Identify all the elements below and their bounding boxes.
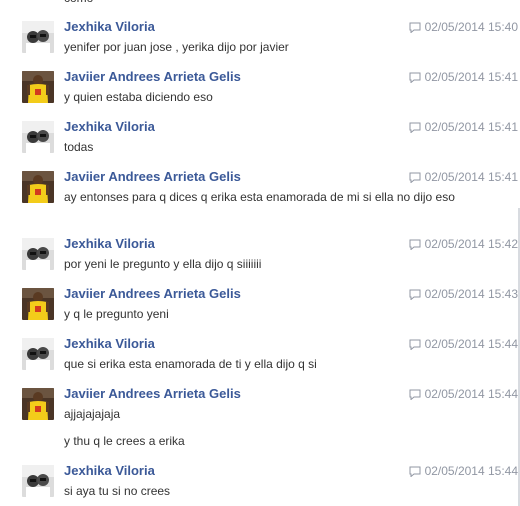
sender-name[interactable]: Jexhika Viloria <box>64 119 155 135</box>
message-text: que si erika esta enamorada de ti y ella… <box>64 357 317 371</box>
profile-photo-javiier <box>22 288 54 320</box>
timestamp-text: 02/05/2014 15:43 <box>424 287 518 301</box>
avatar[interactable] <box>22 465 54 497</box>
timestamp-text: 02/05/2014 15:42 <box>424 237 518 251</box>
avatar[interactable] <box>22 121 54 153</box>
timestamp-text: 02/05/2014 15:41 <box>424 170 518 184</box>
timestamp-text: 02/05/2014 15:41 <box>424 120 518 134</box>
avatar[interactable] <box>22 171 54 203</box>
avatar[interactable] <box>22 71 54 103</box>
timestamp-text: 02/05/2014 15:40 <box>424 20 518 34</box>
chat-bubble-icon <box>409 389 421 400</box>
message-text: por yeni le pregunto y ella dijo q siiii… <box>64 257 262 271</box>
timestamp-text: 02/05/2014 15:44 <box>424 387 518 401</box>
avatar[interactable] <box>22 338 54 370</box>
sender-name[interactable]: Jexhika Viloria <box>64 19 155 35</box>
sender-name[interactable]: Jexhika Viloria <box>64 236 155 252</box>
message-timestamp: 02/05/2014 15:40 <box>409 20 518 35</box>
timestamp-text: 02/05/2014 15:44 <box>424 337 518 351</box>
timestamp-text: 02/05/2014 15:44 <box>424 464 518 478</box>
message-text: y q le pregunto yeni <box>64 307 169 321</box>
message-timestamp: 02/05/2014 15:41 <box>409 120 518 135</box>
message-text: ay entonses para q dices q erika esta en… <box>64 190 455 204</box>
message-text: y thu q le crees a erika <box>64 434 185 448</box>
timestamp-text: 02/05/2014 15:41 <box>424 70 518 84</box>
sender-name[interactable]: Javiier Andrees Arrieta Gelis <box>64 286 241 302</box>
message-timestamp: 02/05/2014 15:42 <box>409 237 518 252</box>
avatar[interactable] <box>22 21 54 53</box>
sender-name[interactable]: Jexhika Viloria <box>64 463 155 479</box>
sender-name[interactable]: Jexhika Viloria <box>64 336 155 352</box>
sender-name[interactable]: Javiier Andrees Arrieta Gelis <box>64 69 241 85</box>
message-timestamp: 02/05/2014 15:41 <box>409 70 518 85</box>
profile-photo-jexhika <box>22 465 54 497</box>
message-timestamp: 02/05/2014 15:44 <box>409 387 518 402</box>
profile-photo-jexhika <box>22 21 54 53</box>
message-timestamp: 02/05/2014 15:41 <box>409 170 518 185</box>
avatar[interactable] <box>22 388 54 420</box>
message-text: si aya tu si no crees <box>64 484 171 498</box>
message-timestamp: 02/05/2014 15:44 <box>409 337 518 352</box>
profile-photo-javiier <box>22 71 54 103</box>
sender-name[interactable]: Javiier Andrees Arrieta Gelis <box>64 386 241 402</box>
profile-photo-javiier <box>22 171 54 203</box>
chat-bubble-icon <box>409 22 421 33</box>
chat-bubble-icon <box>409 339 421 350</box>
avatar[interactable] <box>22 238 54 270</box>
message-timestamp: 02/05/2014 15:43 <box>409 287 518 302</box>
message-timestamp: 02/05/2014 15:44 <box>409 464 518 479</box>
sender-name[interactable]: Javiier Andrees Arrieta Gelis <box>64 169 241 185</box>
message-text: yenifer por juan jose , yerika dijo por … <box>64 40 289 54</box>
profile-photo-jexhika <box>22 238 54 270</box>
profile-photo-jexhika <box>22 338 54 370</box>
profile-photo-jexhika <box>22 121 54 153</box>
chat-bubble-icon <box>409 122 421 133</box>
message-text: y quien estaba diciendo eso <box>64 90 213 104</box>
message-text: ajjajajajaja <box>64 407 121 421</box>
chat-bubble-icon <box>409 466 421 477</box>
profile-photo-javiier <box>22 388 54 420</box>
chat-bubble-icon <box>409 239 421 250</box>
chat-bubble-icon <box>409 289 421 300</box>
chat-bubble-icon <box>409 172 421 183</box>
truncated-message-text: como <box>64 0 93 5</box>
chat-bubble-icon <box>409 72 421 83</box>
avatar[interactable] <box>22 288 54 320</box>
message-text: todas <box>64 140 94 154</box>
